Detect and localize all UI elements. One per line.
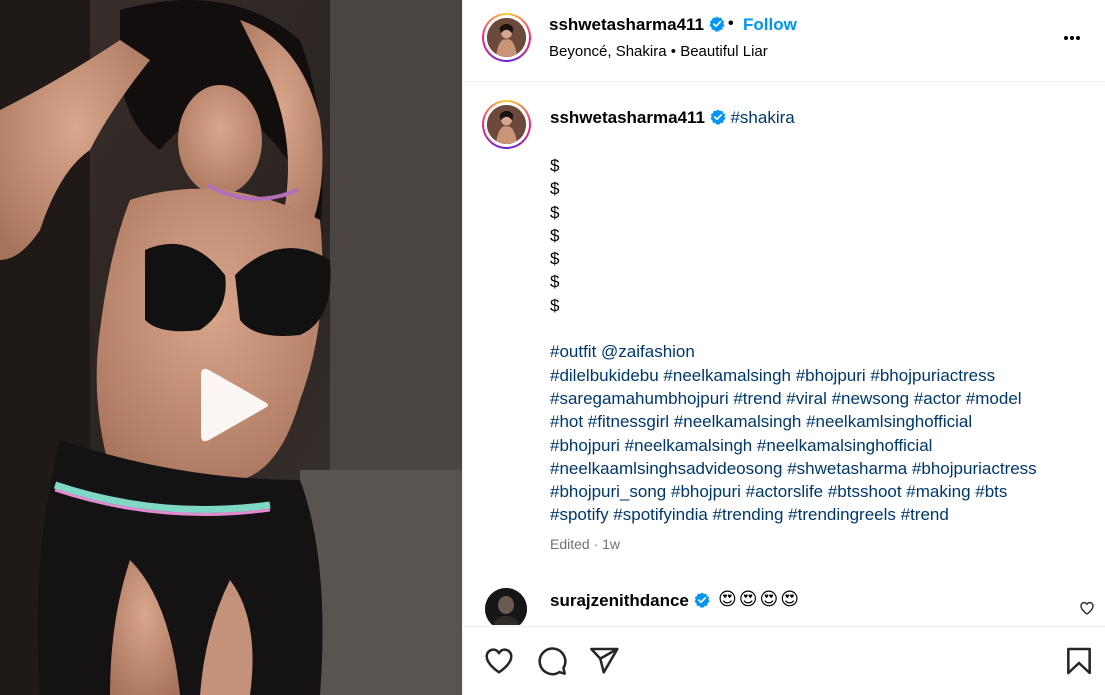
post-media[interactable] xyxy=(0,0,462,695)
caption-line: $ xyxy=(550,272,560,292)
author-avatar[interactable] xyxy=(482,13,531,62)
commenter-username-text[interactable]: surajzenithdance xyxy=(550,591,689,610)
comment-icon[interactable] xyxy=(536,645,568,677)
caption-username-text[interactable]: sshwetasharma411 xyxy=(550,108,705,127)
post-video-thumbnail xyxy=(0,0,462,695)
caption-line: $ xyxy=(550,179,560,199)
post-header: sshwetasharma411 • Follow Beyoncé, Shaki… xyxy=(463,0,1105,82)
follow-button[interactable]: Follow xyxy=(743,15,797,35)
caption-line: $ xyxy=(550,249,560,269)
caption-line: $ xyxy=(550,202,560,222)
caption-hashtag-line[interactable]: #dilelbukidebu #neelkamalsingh #bhojpuri… xyxy=(550,364,1080,387)
bookmark-icon[interactable] xyxy=(1063,645,1095,677)
post-details-panel: sshwetasharma411 • Follow Beyoncé, Shaki… xyxy=(462,0,1105,695)
author-username-text[interactable]: sshwetasharma411 xyxy=(549,15,704,34)
audio-info: Beyoncé, Shakira • Beautiful Liar xyxy=(549,43,768,60)
caption-area: sshwetasharma411 #shakira $ $ $ $ $ $ $ … xyxy=(463,83,1105,625)
caption-text: $ $ $ $ $ $ $ #outfit @zaifashion #dilel… xyxy=(550,154,1080,527)
caption-line: $ xyxy=(550,156,560,175)
caption-first-hashtag[interactable]: #shakira xyxy=(730,108,794,127)
verified-badge-icon xyxy=(709,16,725,32)
caption-author-avatar[interactable] xyxy=(482,100,531,149)
audio-separator: • xyxy=(670,43,677,60)
caption-outfit-line[interactable]: #outfit @zaifashion xyxy=(550,340,1080,363)
caption-hashtag-line[interactable]: #hot #fitnessgirl #neelkamalsingh #neelk… xyxy=(550,410,1080,433)
share-icon[interactable] xyxy=(588,645,620,677)
audio-artists[interactable]: Beyoncé, Shakira xyxy=(549,43,667,60)
play-icon[interactable] xyxy=(187,360,277,450)
comment-text: 😍😍😍😍 xyxy=(718,589,802,609)
verified-badge-icon xyxy=(710,109,726,125)
more-options-icon[interactable] xyxy=(1063,26,1091,50)
caption-line: $ xyxy=(550,225,560,245)
commenter-avatar[interactable] xyxy=(485,588,527,625)
caption-hashtag-line[interactable]: #bhojpuri_song #bhojpuri #actorslife #bt… xyxy=(550,480,1080,503)
verified-badge-icon xyxy=(694,592,710,608)
comment-like-icon[interactable] xyxy=(1079,600,1095,616)
caption-hashtag-line[interactable]: #neelkaamlsinghsadvideosong #shwetasharm… xyxy=(550,457,1080,480)
action-bar xyxy=(463,626,1105,695)
commenter-username: surajzenithdance xyxy=(550,591,710,611)
header-separator: • xyxy=(728,15,734,32)
caption-hashtag-line[interactable]: #bhojpuri #neelkamalsingh #neelkamalsing… xyxy=(550,434,1080,457)
caption-hashtag-line[interactable]: #spotify #spotifyindia #trending #trendi… xyxy=(550,503,1080,526)
heart-icon[interactable] xyxy=(483,645,515,677)
caption-hashtag-line[interactable]: #saregamahumbhojpuri #trend #viral #news… xyxy=(550,387,1080,410)
author-username[interactable]: sshwetasharma411 xyxy=(549,15,725,35)
caption-username: sshwetasharma411 #shakira xyxy=(550,108,795,128)
post-timestamp: Edited · 1w xyxy=(550,536,621,552)
caption-line: $ xyxy=(550,295,560,315)
audio-track[interactable]: Beautiful Liar xyxy=(680,43,768,60)
